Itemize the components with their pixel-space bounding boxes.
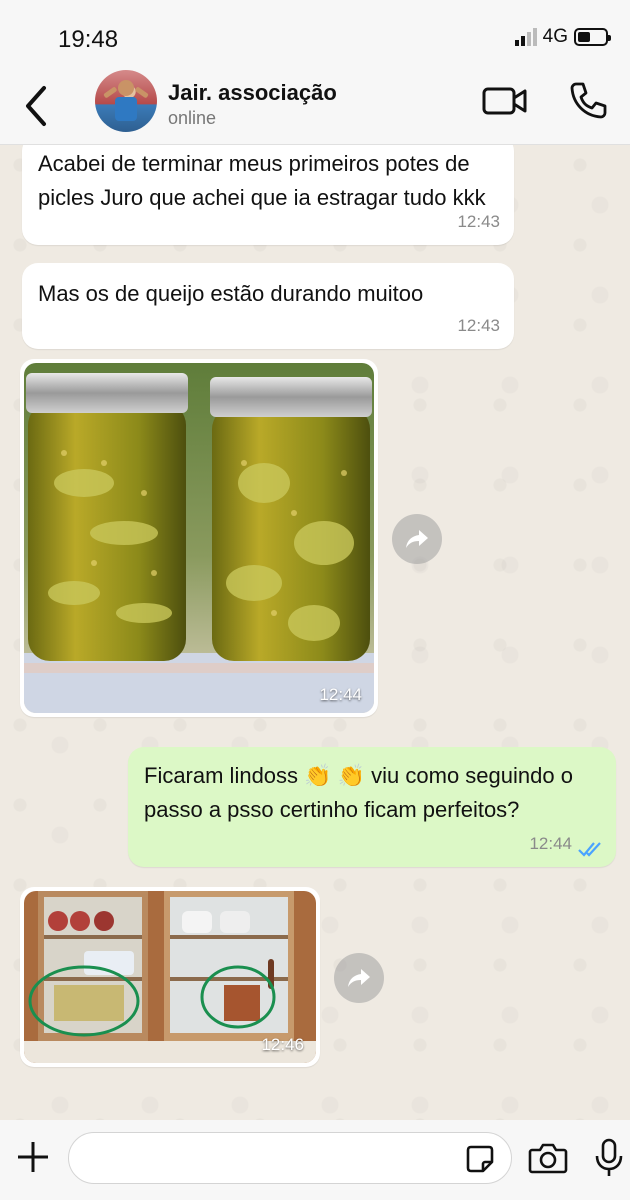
image-message[interactable]: 12:44 xyxy=(20,359,378,717)
network-type: 4G xyxy=(542,26,568,47)
pickle-jars-photo[interactable]: 12:44 xyxy=(24,363,374,713)
share-arrow-icon xyxy=(406,530,428,548)
image-message[interactable]: 12:46 xyxy=(20,887,320,1067)
avatar[interactable] xyxy=(95,70,157,132)
message-composer xyxy=(0,1120,630,1200)
chat-header: Jair. associação online xyxy=(0,70,630,145)
forward-button[interactable] xyxy=(392,514,442,564)
message-input[interactable] xyxy=(85,1133,465,1183)
status-indicators: 4G xyxy=(514,26,611,48)
kitchen-cabinet-photo[interactable]: 12:46 xyxy=(24,891,316,1063)
signal-icon xyxy=(514,28,537,46)
sticker-button[interactable] xyxy=(465,1144,495,1179)
sticker-icon xyxy=(466,1145,494,1173)
battery-icon xyxy=(574,28,611,46)
video-call-button[interactable] xyxy=(482,86,528,121)
phone-icon xyxy=(570,82,607,119)
message-input-container xyxy=(68,1132,512,1184)
voice-call-button[interactable] xyxy=(568,80,608,125)
camera-button[interactable] xyxy=(528,1142,568,1179)
double-check-icon xyxy=(578,842,601,857)
person-photo-icon xyxy=(103,80,149,121)
message-time: 12:43 xyxy=(457,316,500,335)
forward-button[interactable] xyxy=(334,953,384,1003)
message-bubble-outgoing[interactable]: Ficaram lindoss 👏 👏 viu como seguindo o … xyxy=(128,747,616,867)
microphone-icon xyxy=(595,1138,623,1176)
photo-image xyxy=(24,363,374,713)
status-bar: 19:48 4G xyxy=(0,0,630,70)
voice-message-button[interactable] xyxy=(594,1138,624,1183)
message-time: 12:44 xyxy=(319,685,362,704)
attach-button[interactable] xyxy=(14,1138,52,1181)
status-time: 19:48 xyxy=(58,26,119,53)
message-text: Mas os de queijo estão durando muitoo xyxy=(38,281,424,306)
chat-area[interactable]: Acabei de terminar meus primeiros potes … xyxy=(0,145,630,1120)
message-time: 12:43 xyxy=(457,212,500,231)
chevron-left-icon xyxy=(26,86,46,126)
message-time: 12:46 xyxy=(261,1035,304,1054)
message-bubble[interactable]: Acabei de terminar meus primeiros potes … xyxy=(22,145,514,245)
plus-icon xyxy=(18,1142,48,1172)
message-text: Ficaram lindoss 👏 👏 viu como seguindo o … xyxy=(144,763,573,822)
message-time: 12:44 xyxy=(529,834,572,853)
share-arrow-icon xyxy=(348,969,370,987)
message-text: Acabei de terminar meus primeiros potes … xyxy=(38,151,486,210)
video-camera-icon xyxy=(482,87,527,115)
contact-name[interactable]: Jair. associação xyxy=(168,80,337,106)
camera-icon xyxy=(528,1143,568,1174)
contact-status: online xyxy=(168,108,217,128)
message-bubble[interactable]: Mas os de queijo estão durando muitoo 12… xyxy=(22,263,514,349)
back-button[interactable] xyxy=(18,78,58,128)
